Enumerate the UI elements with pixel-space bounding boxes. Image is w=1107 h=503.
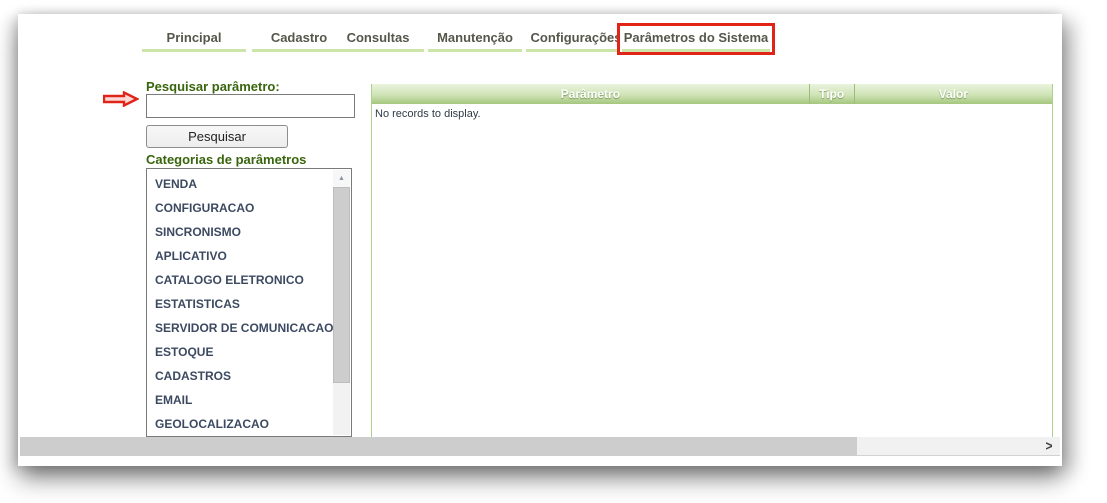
table-header-row: Parâmetro Tipo Valor <box>372 84 1052 104</box>
chevron-right-icon: > <box>1045 437 1053 454</box>
category-item-estatisticas[interactable]: ESTATISTICAS <box>147 292 333 316</box>
category-item-catalogo-eletronico[interactable]: CATALOGO ELETRONICO <box>147 268 333 292</box>
categories-list: VENDA CONFIGURACAO SINCRONISMO APLICATIV… <box>147 172 333 436</box>
categories-listbox[interactable]: VENDA CONFIGURACAO SINCRONISMO APLICATIV… <box>146 168 352 437</box>
page-container: Principal Cadastro Consultas Manutenção … <box>18 14 1062 466</box>
red-highlight-box: Parâmetros do Sistema <box>617 23 775 55</box>
categories-vertical-scrollbar[interactable]: ▲ <box>333 170 350 435</box>
category-item-servidor-de-comunicacao[interactable]: SERVIDOR DE COMUNICACAO <box>147 316 333 340</box>
search-label: Pesquisar parâmetro: <box>146 79 280 94</box>
screen: Principal Cadastro Consultas Manutenção … <box>0 0 1107 503</box>
horizontal-scrollbar-thumb[interactable] <box>20 437 857 456</box>
tab-consultas[interactable]: Consultas <box>332 28 424 52</box>
scroll-up-button[interactable]: ▲ <box>333 170 350 187</box>
column-header-parametro[interactable]: Parâmetro <box>372 84 810 104</box>
categories-label: Categorias de parâmetros <box>146 152 307 167</box>
category-item-email[interactable]: EMAIL <box>147 388 333 412</box>
table-body: No records to display. <box>372 104 1052 124</box>
column-header-tipo[interactable]: Tipo <box>810 84 855 104</box>
tab-parametros-do-sistema[interactable]: Parâmetros do Sistema <box>622 28 770 52</box>
parameters-table: Parâmetro Tipo Valor No records to displ… <box>371 84 1053 437</box>
red-arrow-icon <box>103 91 139 107</box>
column-header-valor[interactable]: Valor <box>855 84 1052 104</box>
search-button[interactable]: Pesquisar <box>146 125 288 148</box>
vertical-scrollbar-thumb[interactable] <box>333 187 350 383</box>
category-item-configuracao[interactable]: CONFIGURACAO <box>147 196 333 220</box>
tab-principal[interactable]: Principal <box>142 28 246 52</box>
empty-message: No records to display. <box>375 108 481 120</box>
category-item-sincronismo[interactable]: SINCRONISMO <box>147 220 333 244</box>
category-item-geolocalizacao[interactable]: GEOLOCALIZACAO <box>147 412 333 436</box>
category-item-venda[interactable]: VENDA <box>147 172 333 196</box>
category-item-cadastros[interactable]: CADASTROS <box>147 364 333 388</box>
tab-configuracoes[interactable]: Configurações <box>526 28 626 52</box>
scroll-right-button[interactable]: > <box>1040 436 1058 458</box>
tab-manutencao[interactable]: Manutenção <box>428 28 522 52</box>
horizontal-scrollbar[interactable]: > <box>20 437 1060 456</box>
search-input[interactable] <box>146 94 355 118</box>
category-item-estoque[interactable]: ESTOQUE <box>147 340 333 364</box>
category-item-aplicativo[interactable]: APLICATIVO <box>147 244 333 268</box>
chevron-up-icon: ▲ <box>338 175 345 182</box>
